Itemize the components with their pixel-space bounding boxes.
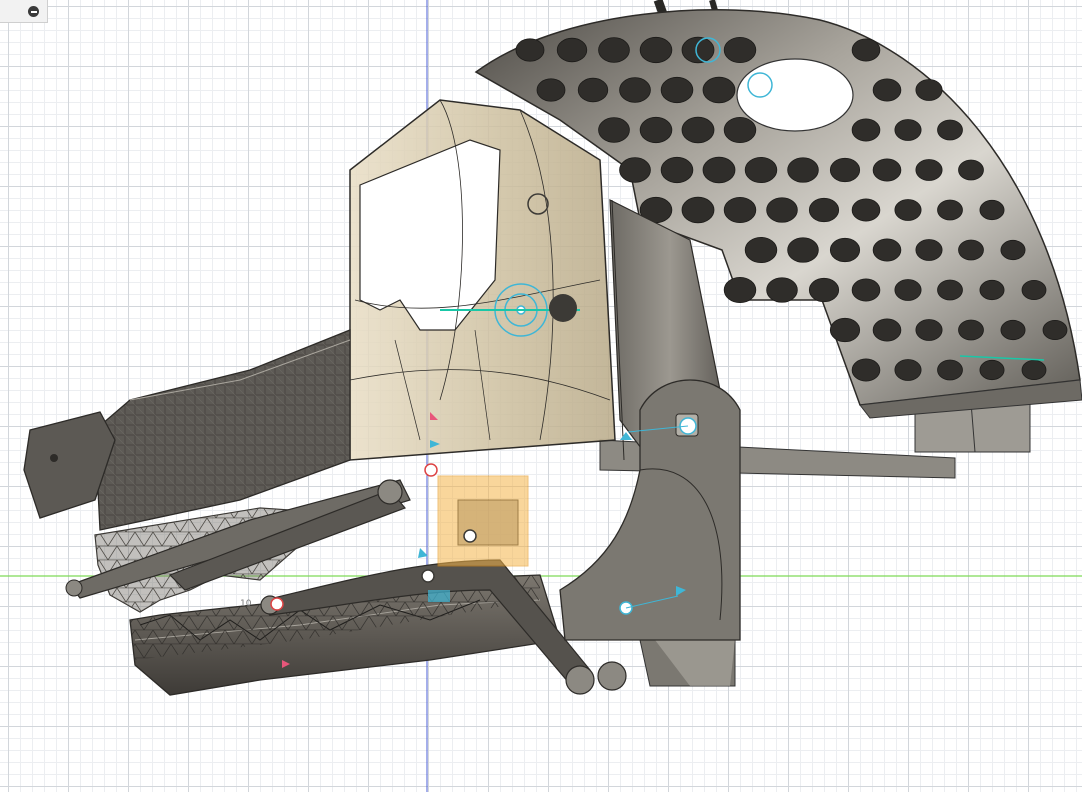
dome-hole [958,239,984,261]
dome-hole [723,276,757,304]
dome-hole [577,77,609,103]
dome-hole [979,359,1005,381]
dome-hole [851,118,881,142]
panel-collapse-button[interactable] [0,0,48,23]
dome-hole [851,38,881,62]
dome-hole [937,359,963,381]
dome-hole [619,77,651,103]
dome-hole [808,277,840,303]
dome-hole [1000,319,1026,341]
dome-hole [702,156,736,184]
dome-hole [808,197,840,223]
dome-hole [937,279,963,301]
dome-hole [1021,359,1047,381]
selected-servo[interactable] [437,475,529,567]
dome-hole [744,236,778,264]
dome-hole [829,317,861,343]
dome-hole [598,37,630,63]
dome-hole [744,156,778,184]
dome-hole [937,199,963,221]
translucent-skull-shell[interactable] [349,99,616,461]
dome-hole [894,359,922,381]
dome-hole [1000,239,1026,261]
dome-hole [598,117,630,143]
dome-hole [915,319,943,341]
dome-hole [937,119,963,141]
dome-hole [958,159,984,181]
dome-hole [915,159,943,181]
dome-hole [915,239,943,261]
dome-hole [723,116,757,144]
dome-hole [851,358,881,382]
dome-hole [872,158,902,182]
dome-hole [556,37,588,63]
dome-hole [979,279,1005,301]
minus-circle-icon [28,6,39,17]
dome-hole [639,36,673,64]
dome-hole [619,157,651,183]
dome-hole [894,199,922,221]
dome-hole [515,38,545,62]
dome-hole [894,279,922,301]
dome-hole [766,277,798,303]
dome-hole [787,157,819,183]
dome-hole [723,196,757,224]
canvas-viewport[interactable]: 10 [0,0,1082,792]
dimension-label: 10 [240,599,252,609]
dome-hole [681,196,715,224]
dome-hole [851,198,881,222]
dome-hole [723,36,757,64]
model-scene[interactable]: 10 [0,0,1082,792]
snout-upper[interactable] [23,329,351,531]
dome-hole [851,278,881,302]
dome-hole [829,237,861,263]
dome-hole [958,319,984,341]
dome-hole [766,197,798,223]
dome-hole [536,78,566,102]
dome-hole [872,238,902,262]
dome-hole [787,237,819,263]
dome-hole [894,119,922,141]
dome-hole [639,116,673,144]
dome-hole [681,36,715,64]
dome-hole [681,116,715,144]
dome-hole [702,76,736,104]
dome-hole [915,79,943,101]
dome-hole [1042,319,1068,341]
dome-hole [660,156,694,184]
dome-hole [1021,279,1047,301]
dome-hole [979,199,1005,221]
dome-hole [660,76,694,104]
dome-hole [829,157,861,183]
dome-hole [872,78,902,102]
dome-hole [872,318,902,342]
